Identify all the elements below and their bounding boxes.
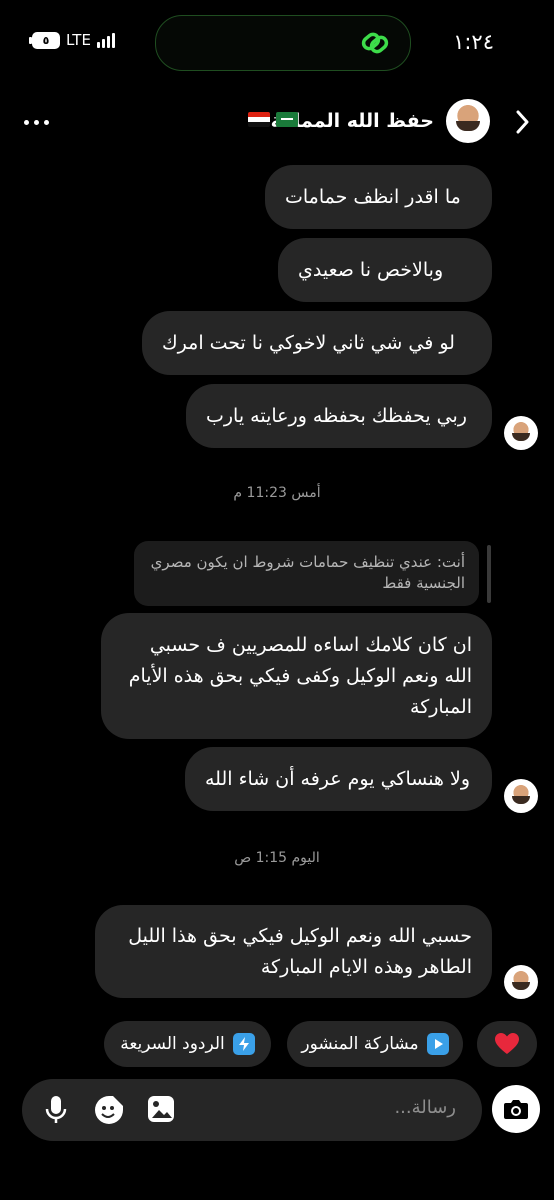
message-text: وبالاخص نا صعيدي xyxy=(298,258,444,281)
share-post-label: مشاركة المنشور xyxy=(301,1034,419,1054)
message-text: ما اقدر انظف حمامات xyxy=(285,185,461,208)
reply-bar xyxy=(487,545,491,603)
reply-text: أنت: عندي تنظيف حمامات شروط ان يكون مصري… xyxy=(150,553,465,592)
message-bubble[interactable]: ربي يحفظك بحفظه ورعايته يارب xyxy=(186,384,492,448)
message-bubble[interactable]: ما اقدر انظف حمامات xyxy=(265,165,492,229)
play-icon xyxy=(426,1033,449,1055)
message-bubble[interactable]: لو في شي ثاني لاخوكي نا تحت امرك xyxy=(142,311,492,375)
share-post-button[interactable]: مشاركة المنشور xyxy=(287,1021,463,1067)
camera-icon xyxy=(504,1100,528,1119)
reply-preview[interactable]: أنت: عندي تنظيف حمامات شروط ان يكون مصري… xyxy=(134,541,479,606)
network-label: LTE xyxy=(66,31,91,49)
sender-avatar[interactable] xyxy=(504,416,538,450)
message-text: لو في شي ثاني لاخوكي نا تحت امرك xyxy=(162,331,455,354)
quick-replies-label: الردود السريعة xyxy=(120,1034,225,1054)
header-flags xyxy=(248,112,298,127)
camera-button[interactable] xyxy=(492,1085,540,1133)
egypt-flag-icon xyxy=(248,112,270,127)
status-time: ١:٢٤ xyxy=(453,30,494,54)
back-chevron-icon[interactable] xyxy=(512,108,532,136)
sticker-icon[interactable] xyxy=(93,1094,125,1126)
message-bubble[interactable]: ولا هنساكي يوم عرفه أن شاء الله xyxy=(185,747,492,811)
timestamp: اليوم 1:15 ص xyxy=(234,850,320,866)
microphone-icon[interactable] xyxy=(44,1094,68,1126)
contact-avatar[interactable] xyxy=(446,99,490,143)
dynamic-island xyxy=(155,15,411,71)
message-text: ولا هنساكي يوم عرفه أن شاء الله xyxy=(205,767,470,790)
signal-icon xyxy=(96,32,115,48)
message-text: ان كان كلامك اساءه للمصريين ف حسبي الله … xyxy=(128,633,472,718)
link-icon xyxy=(361,32,389,54)
message-text: ربي يحفظك بحفظه ورعايته يارب xyxy=(206,404,467,427)
battery-level: ٥ xyxy=(42,33,50,47)
quick-replies-button[interactable]: الردود السريعة xyxy=(104,1021,271,1067)
message-bubble[interactable]: وبالاخص نا صعيدي xyxy=(278,238,492,302)
status-left: ٥ LTE xyxy=(29,31,115,49)
message-bubble[interactable]: حسبي الله ونعم الوكيل فيكي بحق هذا الليل… xyxy=(95,905,492,998)
heart-button[interactable] xyxy=(477,1021,537,1067)
more-options-icon[interactable] xyxy=(24,120,49,125)
lightning-icon xyxy=(232,1033,255,1055)
saudi-flag-icon xyxy=(276,112,298,127)
message-bubble[interactable]: ان كان كلامك اساءه للمصريين ف حسبي الله … xyxy=(101,613,492,739)
sender-avatar[interactable] xyxy=(504,965,538,999)
message-input[interactable]: رسالة... xyxy=(394,1097,456,1118)
gallery-icon[interactable] xyxy=(146,1094,178,1126)
battery-icon: ٥ xyxy=(29,31,60,49)
timestamp: أمس 11:23 م xyxy=(233,485,321,501)
heart-icon xyxy=(495,1033,519,1054)
message-text: حسبي الله ونعم الوكيل فيكي بحق هذا الليل… xyxy=(128,924,472,978)
sender-avatar[interactable] xyxy=(504,779,538,813)
